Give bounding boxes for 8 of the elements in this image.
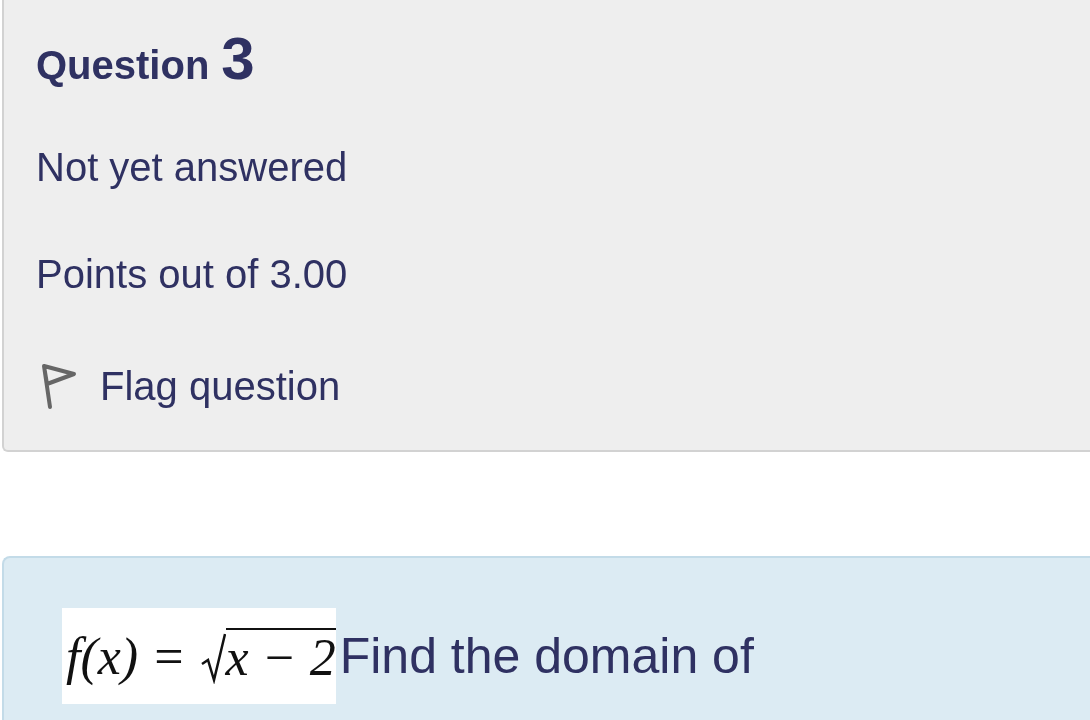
- flag-question-link[interactable]: Flag question: [36, 361, 341, 411]
- question-text: Find the domain of: [339, 627, 754, 685]
- answer-status: Not yet answered: [36, 145, 349, 190]
- question-number: 3: [221, 24, 255, 93]
- points-text: Points out of 3.00: [36, 252, 349, 297]
- formula: f(x) = x − 2: [62, 608, 336, 704]
- question-label: Question: [36, 43, 210, 88]
- square-root-icon: [199, 632, 226, 684]
